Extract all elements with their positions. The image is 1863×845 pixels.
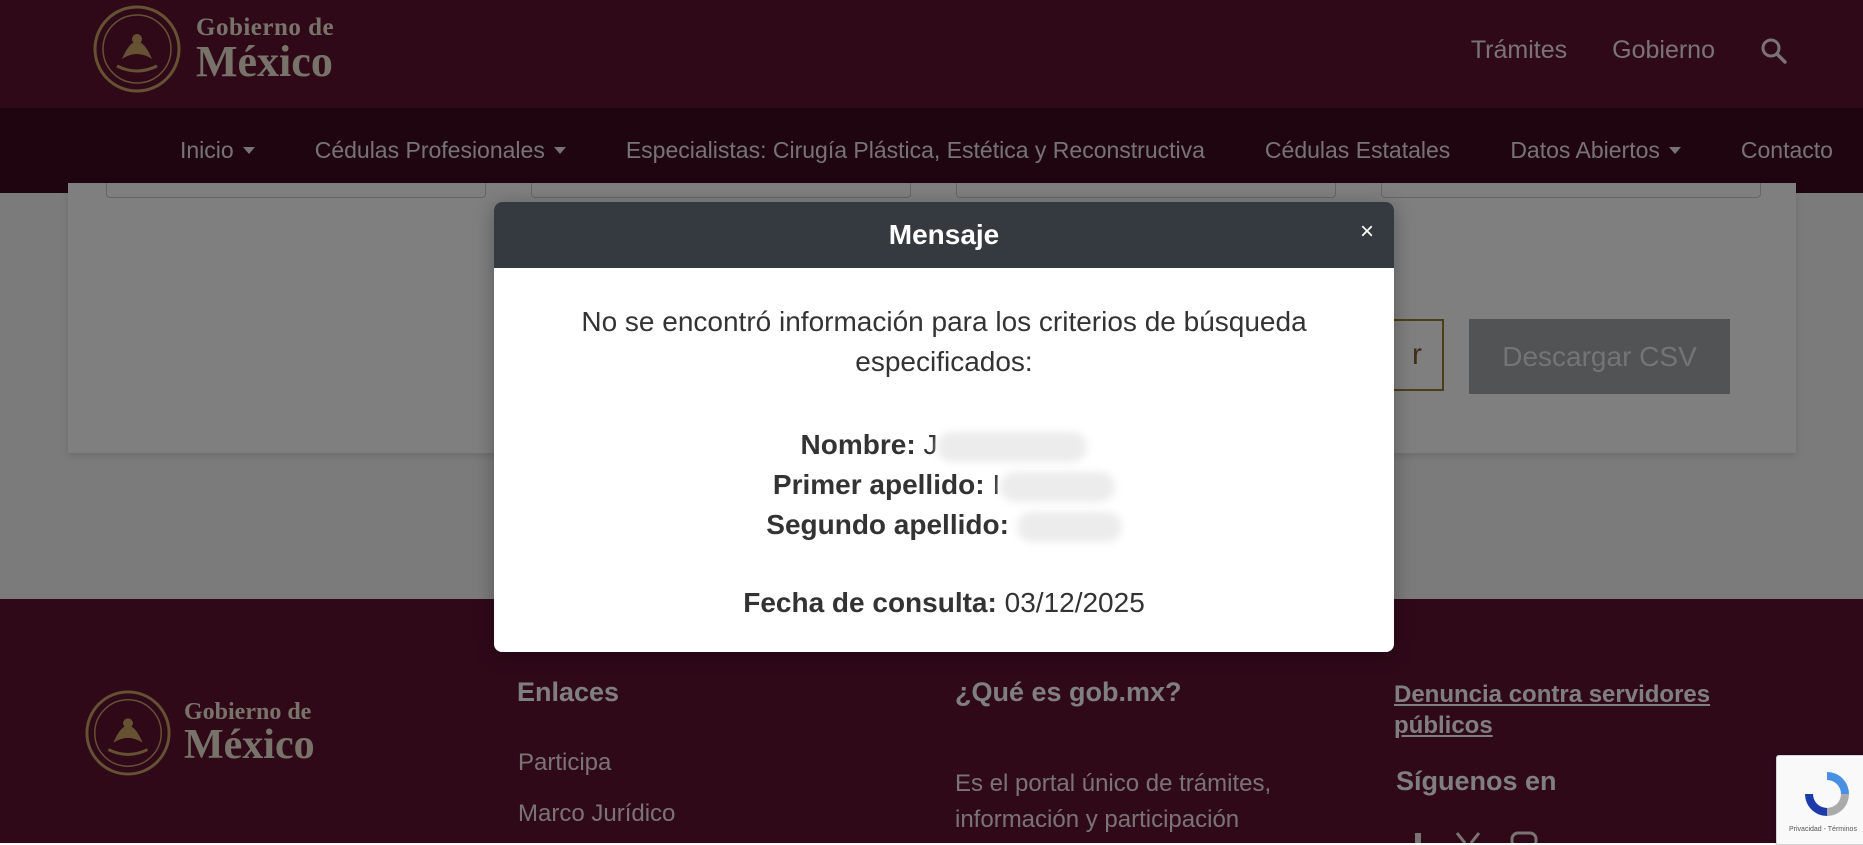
criteria-label: Nombre: <box>800 429 916 460</box>
criteria-label: Segundo apellido: <box>766 509 1009 540</box>
recaptcha-icon <box>1805 772 1849 816</box>
fecha-label: Fecha de consulta: <box>743 587 997 618</box>
recaptcha-text[interactable]: Privacidad - Términos <box>1789 826 1857 833</box>
recaptcha-badge[interactable]: Privacidad - Términos <box>1776 755 1863 845</box>
close-icon[interactable]: × <box>1360 220 1374 244</box>
criteria-value: J <box>923 429 938 460</box>
criteria-label: Primer apellido: <box>772 469 985 500</box>
criteria-row-segundo-apellido: Segundo apellido: <box>494 505 1394 545</box>
redacted-value <box>1016 511 1122 542</box>
criteria-value: I <box>992 469 1001 500</box>
modal-title: Mensaje <box>888 219 1000 250</box>
consultation-date: Fecha de consulta: 03/12/2025 <box>494 587 1394 619</box>
redacted-value <box>1000 471 1116 502</box>
no-results-message: No se encontró información para los crit… <box>581 306 1307 377</box>
search-criteria: Nombre: J Primer apellido: I Segundo ape… <box>494 425 1394 545</box>
message-modal: Mensaje × No se encontró información par… <box>494 202 1394 652</box>
redacted-value <box>937 431 1088 462</box>
modal-body: No se encontró información para los crit… <box>494 302 1394 619</box>
fecha-value: 03/12/2025 <box>1004 587 1145 618</box>
criteria-row-primer-apellido: Primer apellido: I <box>494 465 1394 505</box>
criteria-row-nombre: Nombre: J <box>494 425 1394 465</box>
modal-header: Mensaje × <box>494 202 1394 268</box>
